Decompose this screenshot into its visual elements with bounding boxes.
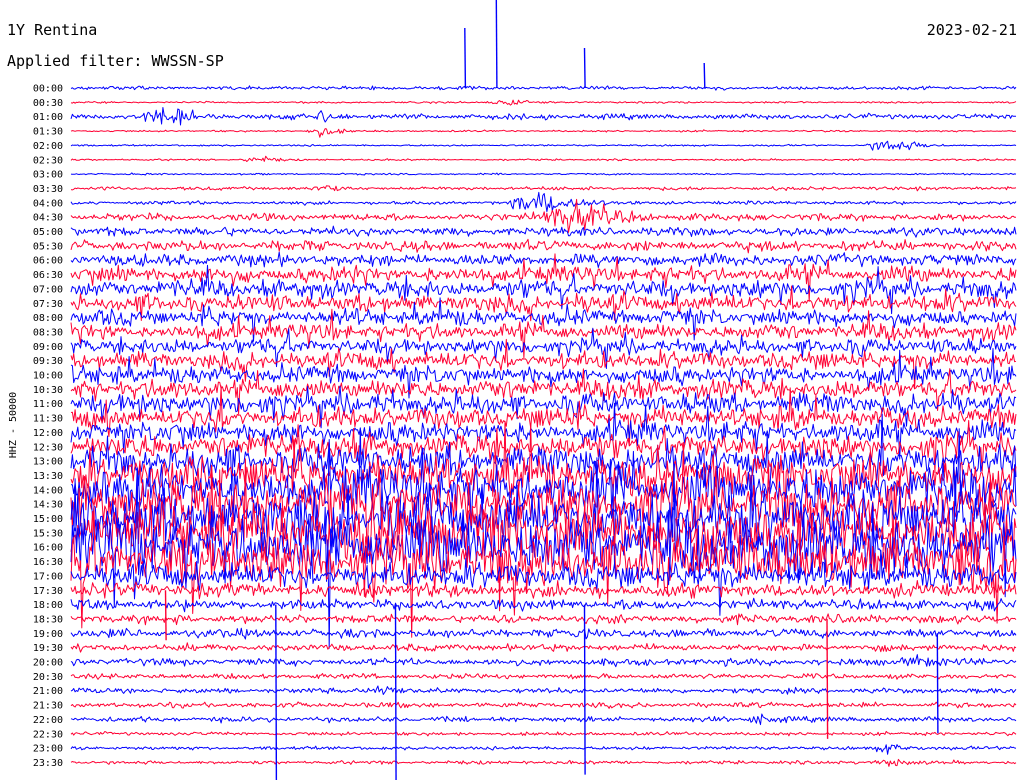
trace-row — [70, 225, 1017, 238]
time-tick-label: 23:30 — [33, 758, 63, 769]
trace-spike — [936, 633, 939, 734]
trace-row — [70, 744, 1017, 755]
time-tick-label: 20:00 — [33, 658, 63, 669]
time-tick-label: 14:00 — [33, 485, 63, 496]
trace-spike — [164, 590, 167, 641]
trace-row — [70, 673, 1017, 680]
time-tick-label: 03:00 — [33, 170, 63, 181]
trace-row — [70, 128, 1017, 138]
time-tick-label: 13:30 — [33, 471, 63, 482]
channel-label: HHZ - 50000 — [8, 392, 19, 458]
trace-row — [70, 172, 1017, 176]
trace-row — [70, 642, 1017, 653]
time-tick-label: 18:30 — [33, 614, 63, 625]
trace-row — [70, 85, 1017, 91]
time-tick-label: 16:30 — [33, 557, 63, 568]
time-tick-label: 20:30 — [33, 672, 63, 683]
date-label: 2023-02-21 — [927, 21, 1017, 39]
time-tick-label: 05:30 — [33, 241, 63, 252]
trace-row — [70, 191, 1017, 213]
trace-row — [70, 308, 1017, 359]
trace-row — [70, 385, 1017, 446]
trace-spike — [495, 0, 498, 89]
time-tick-label: 22:00 — [33, 715, 63, 726]
time-tick-label: 04:00 — [33, 198, 63, 209]
time-tick-label: 03:30 — [33, 184, 63, 195]
time-tick-label: 12:00 — [33, 428, 63, 439]
time-tick-label: 17:00 — [33, 571, 63, 582]
time-tick-label: 02:00 — [33, 141, 63, 152]
time-tick-label: 01:30 — [33, 127, 63, 138]
time-tick-label: 07:30 — [33, 299, 63, 310]
trace-row — [70, 654, 1017, 668]
trace-spike — [703, 62, 706, 89]
trace-row — [70, 185, 1017, 192]
time-tick-label: 10:00 — [33, 371, 63, 382]
time-tick-label: 04:30 — [33, 213, 63, 224]
time-tick-label: 00:30 — [33, 98, 63, 109]
trace-spike — [583, 47, 586, 89]
time-tick-label: 18:00 — [33, 600, 63, 611]
time-tick-label: 05:00 — [33, 227, 63, 238]
time-tick-label: 16:00 — [33, 543, 63, 554]
trace-row — [70, 198, 1016, 233]
trace-row — [70, 140, 1017, 151]
time-tick-label: 17:30 — [33, 586, 63, 597]
time-tick-label: 23:00 — [33, 744, 63, 755]
time-tick-label: 00:00 — [33, 84, 63, 95]
time-tick-label: 07:00 — [33, 284, 63, 295]
time-tick-label: 08:00 — [33, 313, 63, 324]
station-title: 1Y Rentina — [7, 21, 97, 39]
trace-row — [70, 730, 1017, 737]
time-tick-label: 15:00 — [33, 514, 63, 525]
filter-label: Applied filter: WWSSN-SP — [7, 52, 224, 70]
trace-row — [70, 713, 1017, 726]
trace-spike — [275, 604, 278, 780]
time-tick-label: 21:00 — [33, 686, 63, 697]
time-tick-label: 01:00 — [33, 112, 63, 123]
trace-row — [70, 238, 1017, 254]
trace-spike — [826, 618, 829, 739]
trace-row — [70, 685, 1017, 695]
time-tick-label: 06:30 — [33, 270, 63, 281]
time-tick-label: 11:30 — [33, 414, 63, 425]
time-tick-label: 06:00 — [33, 256, 63, 267]
trace-row — [70, 758, 1017, 767]
trace-row — [70, 107, 1017, 126]
time-tick-label: 19:00 — [33, 629, 63, 640]
time-tick-label: 09:00 — [33, 342, 63, 353]
time-tick-label: 13:00 — [33, 457, 63, 468]
trace-row — [70, 627, 1017, 640]
trace-row — [70, 597, 1017, 613]
time-tick-label: 11:00 — [33, 399, 63, 410]
time-tick-label: 08:30 — [33, 327, 63, 338]
helicorder-chart: 1Y Rentina 2023-02-21 Applied filter: WW… — [7, 0, 1017, 780]
trace-row — [70, 99, 1017, 106]
time-tick-label: 09:30 — [33, 356, 63, 367]
trace-row — [70, 613, 1017, 626]
time-tick-label: 22:30 — [33, 729, 63, 740]
trace-spike — [394, 604, 397, 780]
time-tick-label: 02:30 — [33, 155, 63, 166]
time-tick-label: 15:30 — [33, 528, 63, 539]
trace-spike — [464, 27, 467, 89]
time-tick-labels: 00:00 00:30 01:00 01:30 02:00 02:30 03:00 03:30… — [33, 84, 63, 769]
seismic-traces — [70, 0, 1017, 780]
trace-row — [70, 251, 1017, 268]
time-tick-label: 10:30 — [33, 385, 63, 396]
time-tick-label: 14:30 — [33, 500, 63, 511]
trace-spike — [583, 604, 586, 775]
time-tick-label: 21:30 — [33, 701, 63, 712]
trace-row — [70, 701, 1017, 709]
time-tick-label: 12:30 — [33, 442, 63, 453]
time-tick-label: 19:30 — [33, 643, 63, 654]
trace-row — [70, 155, 1017, 162]
trace-row — [70, 264, 1017, 315]
